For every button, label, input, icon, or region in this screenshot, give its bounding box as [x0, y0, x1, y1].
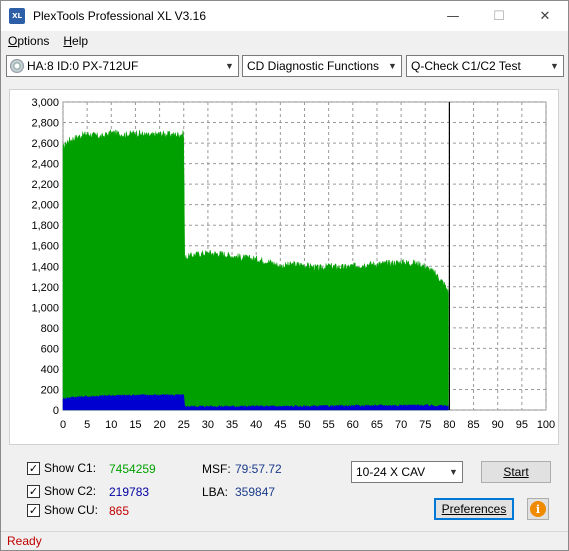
- preferences-button[interactable]: Preferences: [434, 498, 514, 520]
- minimize-button[interactable]: —: [430, 1, 476, 31]
- y-tick-label: 2,200: [31, 179, 59, 191]
- preferences-button-label: Preferences: [441, 502, 507, 516]
- status-text: Ready: [7, 534, 42, 548]
- maximize-button[interactable]: ☐: [476, 1, 522, 31]
- checkmark-icon: ✓: [27, 484, 40, 498]
- x-tick-label: 100: [537, 419, 555, 431]
- y-tick-label: 2,600: [31, 138, 59, 150]
- speed-select[interactable]: 10-24 X CAV ▼: [351, 461, 463, 483]
- show-cu-checkbox[interactable]: ✓ Show CU:: [27, 501, 98, 519]
- y-tick-label: 600: [41, 343, 59, 355]
- start-button[interactable]: Start: [481, 461, 551, 483]
- function-select[interactable]: CD Diagnostic Functions ▼: [242, 55, 402, 77]
- y-tick-label: 1,600: [31, 241, 59, 253]
- x-tick-label: 10: [105, 419, 117, 431]
- test-select[interactable]: Q-Check C1/C2 Test ▼: [406, 55, 564, 77]
- cd-drive-icon: [10, 59, 24, 73]
- y-tick-label: 1,800: [31, 220, 59, 232]
- y-tick-label: 0: [53, 405, 59, 417]
- chevron-down-icon: ▼: [388, 61, 397, 71]
- x-tick-label: 40: [250, 419, 262, 431]
- x-tick-label: 85: [467, 419, 479, 431]
- x-tick-label: 90: [492, 419, 504, 431]
- x-tick-label: 45: [274, 419, 286, 431]
- app-logo-icon: XL: [9, 8, 25, 24]
- y-tick-label: 400: [41, 364, 59, 376]
- msf-label: MSF:: [202, 462, 231, 476]
- info-icon: i: [530, 501, 546, 517]
- y-tick-label: 3,000: [31, 97, 59, 109]
- function-select-value: CD Diagnostic Functions: [247, 59, 380, 73]
- app-window: XL PlexTools Professional XL V3.16 — ☐ ✕…: [0, 0, 569, 551]
- x-tick-label: 65: [371, 419, 383, 431]
- chevron-down-icon: ▼: [225, 61, 234, 71]
- y-tick-label: 1,400: [31, 261, 59, 273]
- x-tick-label: 5: [84, 419, 90, 431]
- c1-c2-chart: 02004006008001,0001,2001,4001,6001,8002,…: [31, 97, 555, 431]
- speed-select-value: 10-24 X CAV: [356, 465, 426, 479]
- test-select-value: Q-Check C1/C2 Test: [411, 59, 521, 73]
- title-bar: XL PlexTools Professional XL V3.16 — ☐ ✕: [1, 1, 568, 31]
- x-tick-label: 60: [347, 419, 359, 431]
- c1-value: 7454259: [109, 462, 156, 476]
- x-tick-label: 95: [516, 419, 528, 431]
- x-tick-label: 80: [443, 419, 455, 431]
- show-c1-label: Show C1:: [44, 461, 97, 475]
- x-tick-label: 0: [60, 419, 66, 431]
- y-tick-label: 200: [41, 384, 59, 396]
- x-tick-label: 75: [419, 419, 431, 431]
- x-tick-label: 55: [323, 419, 335, 431]
- x-tick-label: 35: [226, 419, 238, 431]
- start-button-label: Start: [503, 465, 529, 479]
- lba-value: 359847: [235, 485, 276, 499]
- x-tick-label: 50: [298, 419, 310, 431]
- msf-value: 79:57.72: [235, 462, 282, 476]
- toolbar: HA:8 ID:0 PX-712UF ▼ CD Diagnostic Funct…: [1, 53, 568, 79]
- checkmark-icon: ✓: [27, 461, 40, 475]
- y-tick-label: 1,000: [31, 302, 59, 314]
- y-tick-label: 800: [41, 323, 59, 335]
- cu-value: 865: [109, 504, 130, 518]
- x-tick-label: 30: [202, 419, 214, 431]
- show-c2-label: Show C2:: [44, 484, 97, 498]
- info-button[interactable]: i: [527, 498, 549, 520]
- lba-label: LBA:: [202, 485, 229, 499]
- c2-value: 219783: [109, 485, 150, 499]
- y-tick-label: 2,800: [31, 118, 59, 130]
- x-tick-label: 70: [395, 419, 407, 431]
- stats-panel: ✓ Show C1: ✓ Show C2: ✓ Show CU: 7454259…: [9, 453, 559, 525]
- x-tick-label: 20: [153, 419, 165, 431]
- status-bar: Ready: [1, 531, 568, 550]
- drive-select-value: HA:8 ID:0 PX-712UF: [27, 59, 139, 73]
- drive-select[interactable]: HA:8 ID:0 PX-712UF ▼: [6, 55, 239, 77]
- show-c2-checkbox[interactable]: ✓ Show C2:: [27, 482, 96, 500]
- close-button[interactable]: ✕: [522, 1, 568, 31]
- chevron-down-icon: ▼: [550, 61, 559, 71]
- menu-options[interactable]: Options: [1, 34, 56, 48]
- y-tick-label: 1,200: [31, 282, 59, 294]
- menu-bar: Options Help: [1, 31, 568, 51]
- checkmark-icon: ✓: [27, 503, 40, 517]
- window-title: PlexTools Professional XL V3.16: [33, 9, 206, 23]
- menu-help[interactable]: Help: [56, 34, 95, 48]
- x-tick-label: 15: [129, 419, 141, 431]
- chevron-down-icon: ▼: [449, 467, 458, 477]
- chart-panel: 0 200 400 600 800 1,000 1,200 1,400 1,600 1,800 2,…: [9, 89, 559, 445]
- show-c1-checkbox[interactable]: ✓ Show C1:: [27, 459, 96, 477]
- y-tick-label: 2,400: [31, 159, 59, 171]
- y-tick-label: 2,000: [31, 200, 59, 212]
- show-cu-label: Show CU:: [44, 503, 99, 517]
- x-tick-label: 25: [178, 419, 190, 431]
